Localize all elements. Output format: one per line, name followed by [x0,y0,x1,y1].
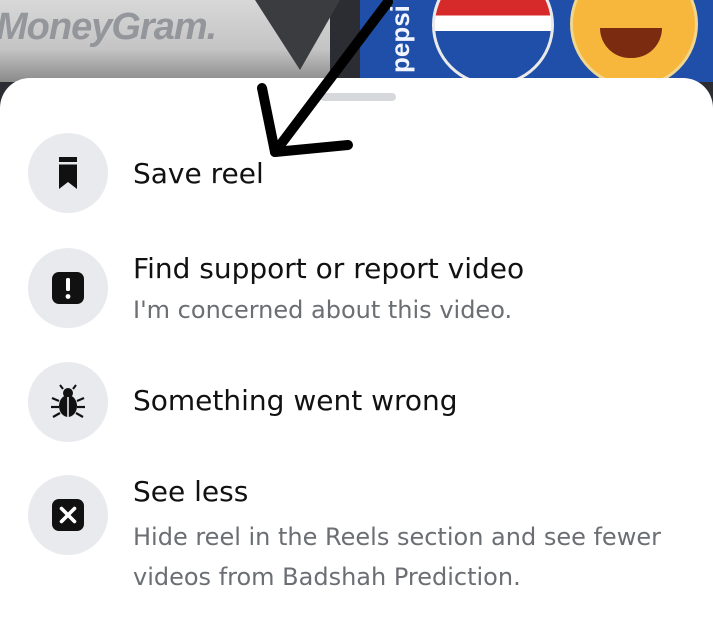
bug-icon-circle [28,362,108,442]
menu-item-subtitle: I'm concerned about this video. [133,296,513,324]
reel-options-sheet: Save reel Find support or report video I… [0,78,713,618]
see-less-icon-circle [28,475,108,555]
sheet-drag-handle[interactable] [320,93,396,101]
close-box-icon [52,499,84,531]
menu-item-save-reel[interactable]: Save reel [0,133,713,223]
menu-item-see-less[interactable]: See less Hide reel in the Reels section … [0,475,713,605]
banner-shadow [255,0,340,70]
menu-item-subtitle: Hide reel in the Reels section and see f… [133,523,661,591]
report-exclamation-icon [52,272,84,304]
moneygram-banner-text: MoneyGram. [0,6,217,48]
report-icon-circle [28,248,108,328]
save-reel-icon-circle [28,133,108,213]
menu-item-something-went-wrong[interactable]: Something went wrong [0,362,713,452]
menu-item-title: See less [133,475,249,508]
menu-item-title: Something went wrong [133,384,458,417]
menu-item-title: Save reel [133,157,264,190]
bug-icon [51,384,85,418]
bookmark-icon [59,157,77,189]
pepsi-banner-text: pepsi [385,5,415,73]
menu-item-find-support[interactable]: Find support or report video I'm concern… [0,248,713,348]
menu-item-title: Find support or report video [133,252,525,285]
